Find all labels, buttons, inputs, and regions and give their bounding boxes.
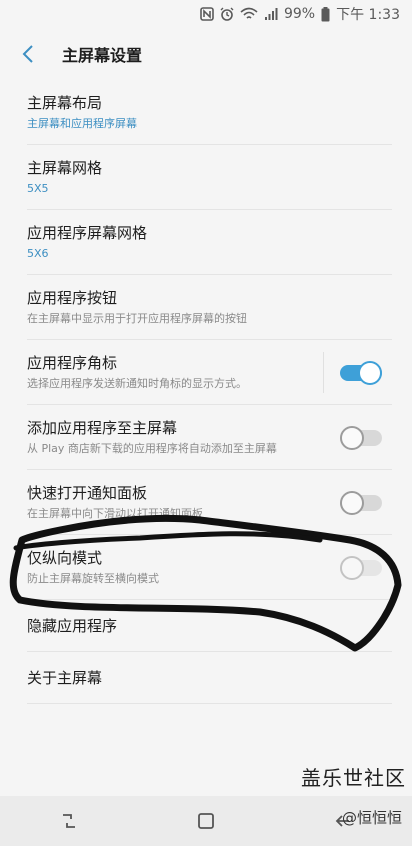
setting-add-apps-to-home[interactable]: 添加应用程序至主屏幕 从 Play 商店新下载的应用程序将自动添加至主屏幕 [0, 405, 412, 470]
setting-portrait-only[interactable]: 仅纵向模式 防止主屏幕旋转至横向模式 [0, 535, 412, 600]
toggle-knob [340, 555, 364, 580]
setting-description: 在主屏幕中显示用于打开应用程序屏幕的按钮 [27, 312, 247, 325]
setting-apps-button[interactable]: 应用程序按钮 在主屏幕中显示用于打开应用程序屏幕的按钮 [0, 275, 412, 340]
setting-label: 应用程序按钮 [27, 289, 118, 307]
setting-label: 主屏幕网格 [27, 159, 103, 177]
clock: 下午 1:33 [336, 7, 400, 23]
setting-description: 从 Play 商店新下载的应用程序将自动添加至主屏幕 [27, 442, 277, 455]
add-apps-toggle[interactable] [340, 425, 382, 450]
toggle-knob [358, 360, 382, 385]
setting-description: 选择应用程序发送新通知时角标的显示方式。 [27, 377, 247, 390]
home-icon [198, 813, 214, 829]
notification-panel-toggle[interactable] [340, 490, 382, 515]
signal-icon [264, 8, 278, 20]
page-title: 主屏幕设置 [62, 46, 143, 65]
divider [323, 352, 324, 393]
home-button[interactable] [176, 796, 236, 846]
setting-label: 快速打开通知面板 [27, 484, 148, 502]
setting-label: 关于主屏幕 [27, 669, 103, 687]
setting-value: 主屏幕和应用程序屏幕 [27, 117, 137, 130]
app-badges-toggle[interactable] [340, 360, 382, 385]
setting-value: 5X5 [27, 182, 49, 195]
setting-description: 在主屏幕中向下滑动以打开通知面板 [27, 507, 203, 520]
chevron-left-icon [22, 45, 33, 63]
recent-apps-button[interactable] [39, 796, 99, 846]
setting-label: 仅纵向模式 [27, 549, 103, 567]
setting-apps-grid[interactable]: 应用程序屏幕网格 5X6 [0, 210, 412, 275]
back-button[interactable] [0, 28, 56, 80]
watermark: 盖乐世社区 [301, 766, 406, 790]
setting-value: 5X6 [27, 247, 49, 260]
recent-apps-icon [62, 814, 75, 828]
setting-label: 应用程序角标 [27, 354, 118, 372]
setting-home-layout[interactable]: 主屏幕布局 主屏幕和应用程序屏幕 [0, 80, 412, 145]
portrait-mode-toggle[interactable] [340, 555, 382, 580]
setting-label: 主屏幕布局 [27, 94, 103, 112]
toggle-knob [340, 425, 364, 450]
battery-icon [321, 6, 330, 21]
setting-label: 隐藏应用程序 [27, 617, 118, 635]
toggle-knob [340, 490, 364, 515]
settings-list: 主屏幕布局 主屏幕和应用程序屏幕 主屏幕网格 5X5 应用程序屏幕网格 5X6 … [0, 80, 412, 704]
battery-percent: 99% [283, 6, 316, 22]
setting-home-grid[interactable]: 主屏幕网格 5X5 [0, 145, 412, 210]
watermark-username: @恒恒恒 [341, 809, 402, 827]
header: 主屏幕设置 [0, 28, 412, 80]
setting-label: 添加应用程序至主屏幕 [27, 419, 178, 437]
wifi-icon [240, 7, 258, 19]
status-bar: 99% 下午 1:33 [0, 0, 412, 28]
setting-about-home[interactable]: 关于主屏幕 [0, 652, 412, 704]
alarm-icon [220, 7, 234, 21]
setting-hide-apps[interactable]: 隐藏应用程序 [0, 600, 412, 652]
setting-quick-notification-panel[interactable]: 快速打开通知面板 在主屏幕中向下滑动以打开通知面板 [0, 470, 412, 535]
nfc-icon [200, 7, 214, 21]
setting-label: 应用程序屏幕网格 [27, 224, 148, 242]
setting-app-badges[interactable]: 应用程序角标 选择应用程序发送新通知时角标的显示方式。 [0, 340, 412, 405]
setting-description: 防止主屏幕旋转至横向模式 [27, 572, 159, 585]
